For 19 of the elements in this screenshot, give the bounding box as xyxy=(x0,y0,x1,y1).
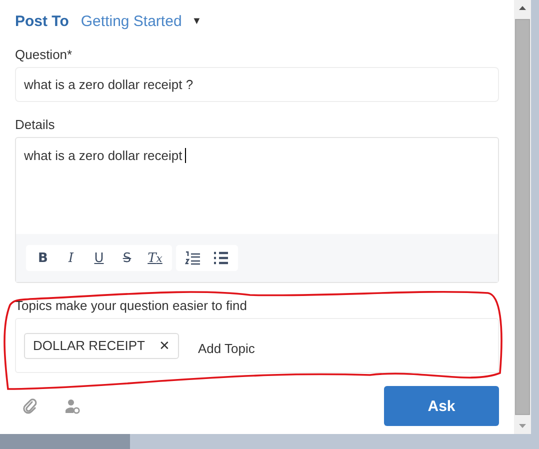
post-to-label: Post To xyxy=(15,12,69,30)
strike-button[interactable]: S xyxy=(113,247,141,269)
italic-button[interactable]: I xyxy=(57,247,85,269)
scrollbar-thumb[interactable] xyxy=(515,19,530,415)
add-topic-field[interactable]: Add Topic xyxy=(198,341,255,356)
question-field[interactable]: what is a zero dollar receipt ? xyxy=(15,67,499,102)
user-icon[interactable] xyxy=(64,398,80,414)
ask-button[interactable]: Ask xyxy=(384,386,499,426)
topics-field[interactable]: DOLLAR RECEIPT ✕ Add Topic xyxy=(15,318,499,373)
details-label: Details xyxy=(15,117,56,132)
bold-button[interactable]: B xyxy=(29,247,57,269)
underline-button[interactable]: U xyxy=(85,247,113,269)
details-field[interactable]: what is a zero dollar receipt xyxy=(16,138,498,234)
remove-tag-button[interactable]: ✕ xyxy=(158,338,170,353)
topic-dropdown[interactable]: Getting Started ▼ xyxy=(80,12,202,30)
tag-label: DOLLAR RECEIPT xyxy=(33,338,145,353)
paperclip-icon[interactable] xyxy=(22,398,38,414)
topics-label: Topics make your question easier to find xyxy=(15,298,248,313)
question-label: Question* xyxy=(15,47,74,62)
